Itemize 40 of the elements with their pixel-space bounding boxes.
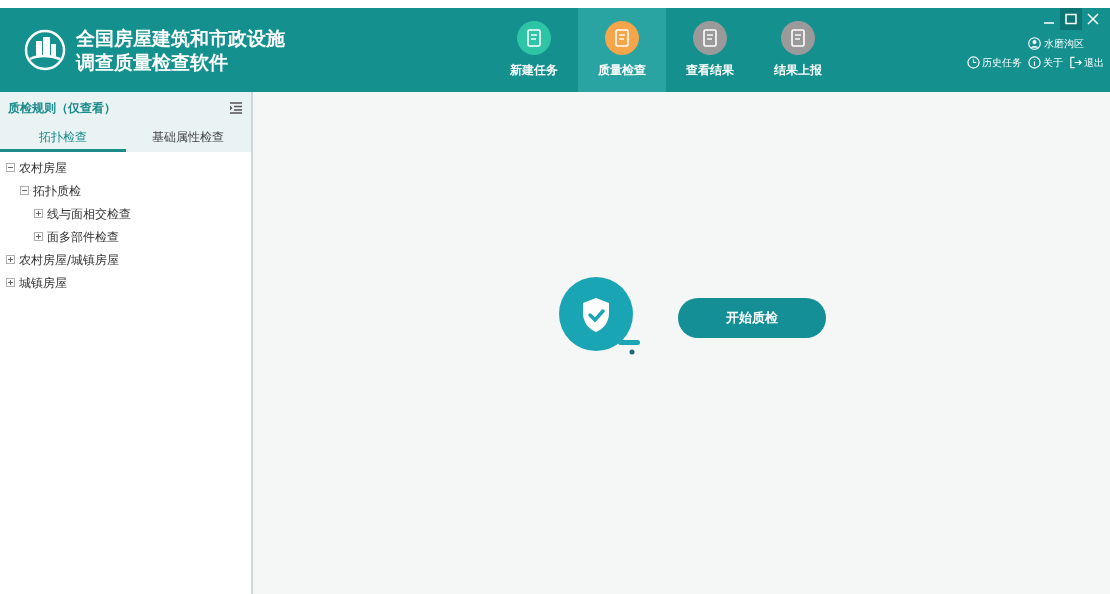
user-name: 水磨沟区 bbox=[1044, 37, 1084, 51]
tree-item[interactable]: 城镇房屋 bbox=[19, 273, 67, 292]
minimize-icon bbox=[1044, 22, 1054, 24]
nav-tab[interactable]: 结果上报 bbox=[754, 8, 842, 92]
app-subtitle: 调查质量检查软件 bbox=[76, 50, 229, 74]
clock-icon bbox=[967, 56, 980, 69]
tree-item[interactable]: 农村房屋/城镇房屋 bbox=[19, 250, 120, 269]
expand-icon[interactable] bbox=[34, 209, 43, 218]
tree-item[interactable]: 线与面相交检查 bbox=[47, 204, 131, 223]
clipboard-icon bbox=[781, 21, 815, 55]
nav-tab[interactable]: 新建任务 bbox=[490, 8, 578, 92]
expand-icon[interactable] bbox=[34, 232, 43, 241]
expand-icon[interactable] bbox=[6, 255, 15, 264]
maximize-icon bbox=[1065, 13, 1077, 25]
collapse-icon[interactable] bbox=[20, 186, 29, 195]
logout-icon bbox=[1069, 56, 1082, 69]
clipboard-icon bbox=[605, 21, 639, 55]
building-logo-icon bbox=[24, 29, 66, 71]
clipboard-icon bbox=[517, 21, 551, 55]
header-link[interactable]: 历史任务 bbox=[967, 55, 1022, 70]
panel-tab[interactable]: 拓扑检查 bbox=[0, 124, 126, 152]
panel-tab[interactable]: 基础属性检查 bbox=[125, 124, 251, 152]
collapse-icon[interactable] bbox=[6, 163, 15, 172]
close-icon bbox=[1087, 13, 1099, 25]
maximize-button[interactable] bbox=[1060, 8, 1082, 30]
tree-item[interactable]: 拓扑质检 bbox=[33, 181, 81, 200]
nav-tab[interactable]: 查看结果 bbox=[666, 8, 754, 92]
nav-tab[interactable]: 质量检查 bbox=[578, 8, 666, 92]
tree-item[interactable]: 面多部件检查 bbox=[47, 227, 119, 246]
tree-item[interactable]: 农村房屋 bbox=[19, 158, 67, 177]
panel-title: 质检规则（仅查看） bbox=[8, 100, 116, 117]
expand-icon[interactable] bbox=[6, 278, 15, 287]
start-check-button[interactable]: 开始质检 bbox=[677, 298, 826, 338]
header-link[interactable]: 退出 bbox=[1069, 55, 1104, 70]
user-icon bbox=[1028, 37, 1041, 50]
info-icon bbox=[1028, 56, 1041, 69]
app-title: 全国房屋建筑和市政设施 bbox=[76, 26, 285, 50]
clipboard-icon bbox=[693, 21, 727, 55]
menu-icon[interactable] bbox=[229, 102, 243, 114]
header-link[interactable]: 关于 bbox=[1028, 55, 1063, 70]
